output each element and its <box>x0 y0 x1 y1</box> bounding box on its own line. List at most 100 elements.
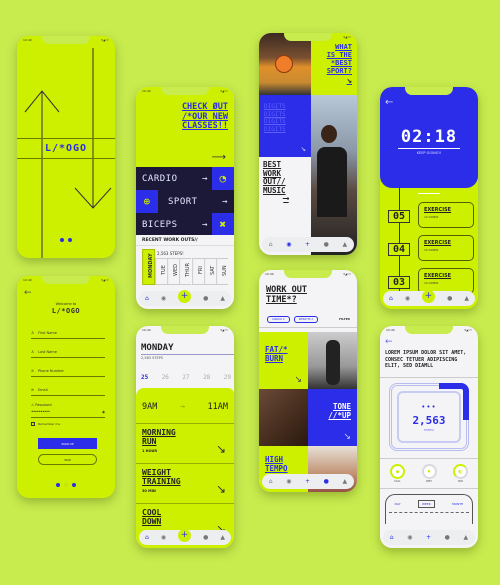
password-field[interactable]: •••••••••• ◉ <box>31 404 105 418</box>
arrow-right-icon[interactable]: ⟶ <box>212 152 226 163</box>
remember-checkbox[interactable] <box>31 422 35 426</box>
day-selector: MONDAY TUE WED THUR FRI SAT SUN <box>142 249 228 285</box>
day-thur[interactable]: THUR <box>179 258 192 285</box>
add-icon[interactable]: + <box>305 478 310 485</box>
steps-value: 2,563 <box>412 414 446 427</box>
arrow-down-right-icon: ↘ <box>300 143 306 154</box>
day-fri[interactable]: FRI <box>191 258 204 285</box>
globe-icon[interactable]: ● <box>203 295 208 302</box>
dumbbell-icon: ✖ <box>212 213 234 236</box>
compass-icon[interactable]: ◉ <box>161 534 166 541</box>
chip-weights[interactable]: WEIGHTS ✕ <box>293 316 319 323</box>
basketball-photo <box>259 33 311 95</box>
tab-month[interactable]: MONTH <box>452 502 463 506</box>
time-range: 9AM → 11AM <box>142 402 228 412</box>
date-item[interactable]: 27 <box>182 374 189 381</box>
add-icon[interactable]: + <box>305 241 310 248</box>
bottom-nav: ⌂ ◉ + ● ▲ <box>139 529 231 545</box>
bell-icon[interactable]: ▲ <box>464 534 469 541</box>
signup-button[interactable]: SIGN UP <box>38 438 97 449</box>
home-icon[interactable]: ⌂ <box>389 295 393 302</box>
eye-icon[interactable]: ◉ <box>102 410 105 414</box>
globe-icon[interactable]: ● <box>324 478 329 485</box>
home-icon[interactable]: ⌂ <box>269 478 273 485</box>
date-item[interactable]: 25 <box>141 374 148 381</box>
date-item[interactable]: 26 <box>162 374 169 381</box>
back-arrow-icon[interactable]: ← <box>385 337 393 347</box>
back-arrow-icon[interactable]: ← <box>385 97 393 108</box>
mail-icon: ✉ <box>31 388 34 392</box>
first-name-field[interactable]: ♙ First Name <box>31 325 105 339</box>
home-icon[interactable]: ⌂ <box>390 534 394 541</box>
bell-icon[interactable]: ▲ <box>343 478 348 485</box>
add-icon[interactable]: + <box>422 290 436 303</box>
tile-tone-up[interactable]: TONE//*UP ↘ <box>308 389 357 446</box>
home-icon[interactable]: ⌂ <box>145 534 149 541</box>
compass-icon[interactable]: ◉ <box>161 295 166 302</box>
day-wed[interactable]: WED <box>167 258 180 285</box>
bell-icon[interactable]: ▲ <box>343 241 348 248</box>
back-arrow-icon[interactable]: ← <box>24 288 32 298</box>
bottom-nav: ⌂ ◉ + ● ▲ <box>262 474 354 489</box>
category-biceps[interactable]: BICEPS → ✖ <box>136 213 234 236</box>
arrow-down-right-icon: ↘ <box>343 432 351 442</box>
tab-day[interactable]: DAY <box>395 502 401 506</box>
globe-icon[interactable]: ● <box>324 241 329 248</box>
classes-headline: CHECK ØUT /*OUR NEW CLASSES!! <box>181 102 228 131</box>
ring-min[interactable]: ◐ MIN <box>453 464 468 483</box>
chip-cardio[interactable]: CARDIO ✕ <box>267 316 290 323</box>
category-cardio[interactable]: CARDIO → ◔ <box>136 167 234 190</box>
workout-time-screen: 10:40 ▾◢ ▭ WORK OUT TIME*? CARDIO ✕ WEIGH… <box>259 270 357 492</box>
day-title: MONDAY <box>141 343 174 353</box>
compass-icon[interactable]: ◉ <box>407 534 412 541</box>
skip-button[interactable]: SKIP <box>38 454 97 465</box>
music-promo-block[interactable]: DIGITS DIGITS DIGITS DIGITS ↘ <box>259 95 311 157</box>
drag-handle[interactable] <box>418 193 440 194</box>
best-sport-screen: WHAT IS THE *BEST SPORT? ↘ ▾◢ ▭ DIGITS DIGIT… <box>259 33 357 255</box>
flame-icon: ◆ <box>390 464 405 479</box>
workout-item[interactable]: MORNING RUN 1 HOUR ↘ <box>136 423 234 461</box>
ring-kcal[interactable]: ◆ KCAL <box>390 464 405 483</box>
add-icon[interactable]: + <box>178 529 192 542</box>
basketball-icon <box>275 55 293 73</box>
tile-fat-burn[interactable]: FAT/* BURN ↘ <box>259 332 308 389</box>
bell-icon[interactable]: ▲ <box>220 295 225 302</box>
day-monday[interactable]: MONDAY <box>142 249 156 285</box>
exercise-item[interactable]: 05 EXERCISE 10:00MIN <box>386 202 474 230</box>
add-icon[interactable]: + <box>178 290 192 303</box>
remember-me[interactable]: Remember me <box>31 422 60 426</box>
ring-bpm[interactable]: ♦ BPM <box>421 464 437 483</box>
last-name-field[interactable]: ♙ Last Name <box>31 344 105 358</box>
email-field[interactable]: ✉ Email <box>31 382 105 396</box>
date-item[interactable]: 29 <box>224 374 231 381</box>
add-icon[interactable]: + <box>426 534 431 541</box>
globe-icon[interactable]: ● <box>447 295 452 302</box>
date-strip: 25 26 27 28 29 <box>141 374 231 381</box>
category-sport[interactable]: ⊕ SPORT → <box>136 190 234 213</box>
bell-icon[interactable]: ▲ <box>464 295 469 302</box>
home-icon[interactable]: ⌂ <box>145 295 149 302</box>
basketball-icon: ⊕ <box>136 190 158 213</box>
globe-icon[interactable]: ● <box>445 534 450 541</box>
best-sport-question[interactable]: WHAT IS THE *BEST SPORT? ↘ <box>311 33 357 95</box>
home-icon[interactable]: ⌂ <box>269 241 273 248</box>
day-sun[interactable]: SUN <box>215 258 228 285</box>
day-tue[interactable]: TUE <box>155 258 168 285</box>
compass-icon[interactable]: ◉ <box>405 295 410 302</box>
pager-dots[interactable] <box>60 238 72 242</box>
compass-icon[interactable]: ◉ <box>286 241 291 248</box>
bell-icon[interactable]: ▲ <box>220 534 225 541</box>
day-sat[interactable]: SAT <box>203 258 216 285</box>
phone-field[interactable]: ✆ Phone Number <box>31 363 105 377</box>
compass-icon[interactable]: ◉ <box>286 478 291 485</box>
best-workout-music-title[interactable]: BEST WORK OUT//MUSIC ⟶ <box>263 160 309 204</box>
exercise-item[interactable]: 04 EXERCISE 10:00MIN <box>386 235 474 263</box>
phone-icon: ✆ <box>31 369 34 373</box>
workout-item[interactable]: WEIGHT TRAINING 30 MIN ↘ <box>136 463 234 501</box>
dots-icon: ••• <box>421 403 437 411</box>
pager-dots[interactable] <box>56 483 76 487</box>
date-item[interactable]: 28 <box>203 374 210 381</box>
filter-button[interactable]: FILTER <box>339 317 350 321</box>
tab-week[interactable]: WEEK <box>417 500 435 508</box>
globe-icon[interactable]: ● <box>203 534 208 541</box>
